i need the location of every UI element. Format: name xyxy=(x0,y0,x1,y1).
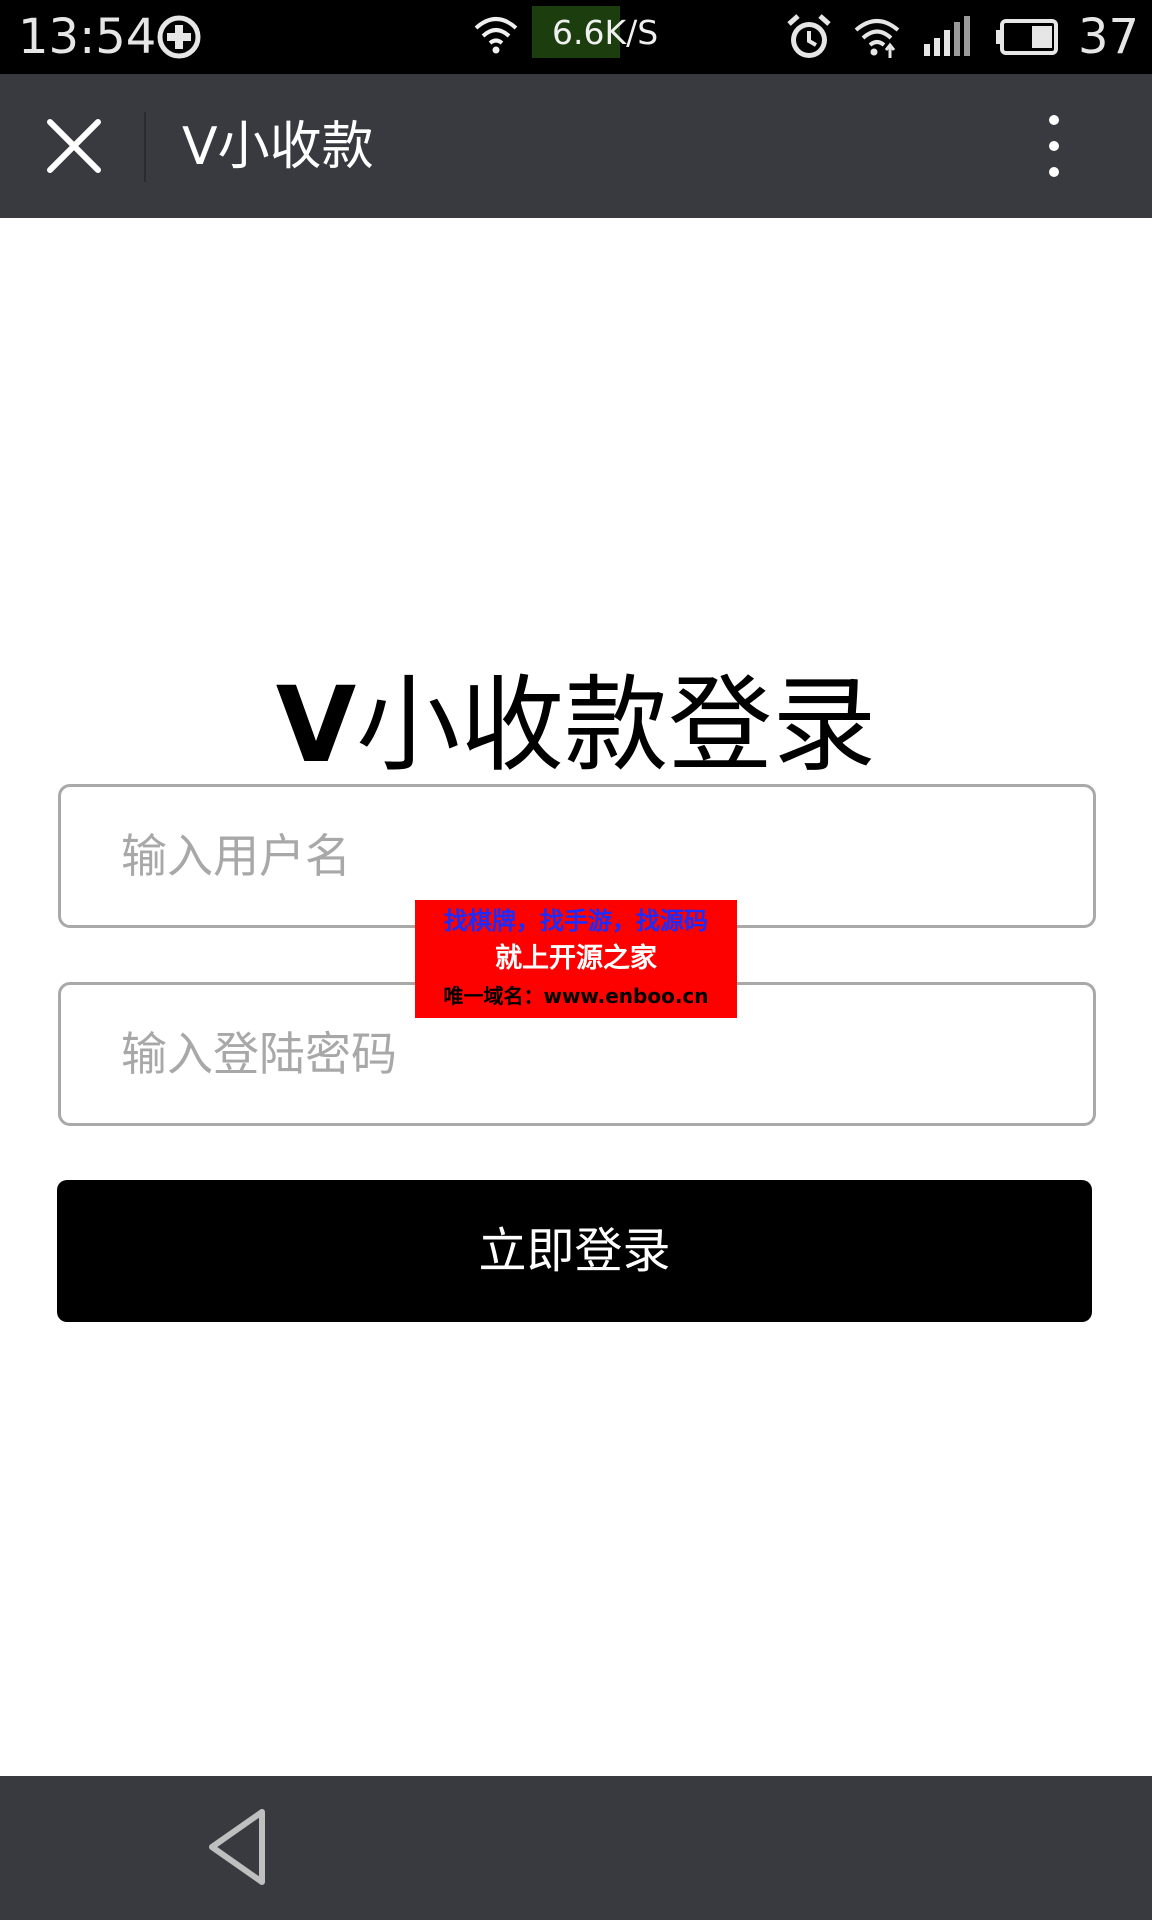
close-icon xyxy=(47,119,101,173)
more-vertical-icon xyxy=(1049,115,1059,177)
alarm-icon xyxy=(787,14,831,58)
network-speed: 6.6K/S xyxy=(552,13,659,52)
login-heading-brand: V xyxy=(275,664,357,786)
status-time: 13:54 xyxy=(18,9,157,65)
back-triangle-icon xyxy=(209,1809,265,1885)
watermark-line-2: 就上开源之家 xyxy=(495,943,657,974)
wifi-icon xyxy=(474,17,518,54)
title-divider xyxy=(144,112,146,182)
wifi-icon xyxy=(854,19,900,58)
login-heading-text: 小收款登录 xyxy=(356,664,877,786)
page-title: V小收款 xyxy=(182,117,374,177)
close-button[interactable] xyxy=(36,108,112,184)
watermark-banner: 找棋牌，找手游，找源码 就上开源之家 唯一域名：www.enboo.cn xyxy=(415,900,737,1018)
battery-level: 37 xyxy=(1078,9,1140,65)
login-submit-button[interactable]: 立即登录 xyxy=(57,1180,1092,1322)
more-button[interactable] xyxy=(1030,108,1078,184)
login-heading: V小收款登录 xyxy=(0,660,1152,790)
navigation-bar xyxy=(0,1776,1152,1920)
title-bar: V小收款 xyxy=(0,74,1152,218)
login-screen: 13:54 6.6K/S 37 V小收款 V小收款登录 输入用户名 立即登录 找… xyxy=(0,0,1152,1920)
signal-4g-icon xyxy=(924,16,970,56)
sync-icon xyxy=(157,15,201,59)
back-button[interactable] xyxy=(204,1806,274,1888)
status-bar: 13:54 6.6K/S 37 xyxy=(0,0,1152,74)
watermark-line-1: 找棋牌，找手游，找源码 xyxy=(444,907,708,935)
battery-icon xyxy=(996,19,1058,55)
watermark-line-3: 唯一域名：www.enboo.cn xyxy=(443,984,709,1008)
